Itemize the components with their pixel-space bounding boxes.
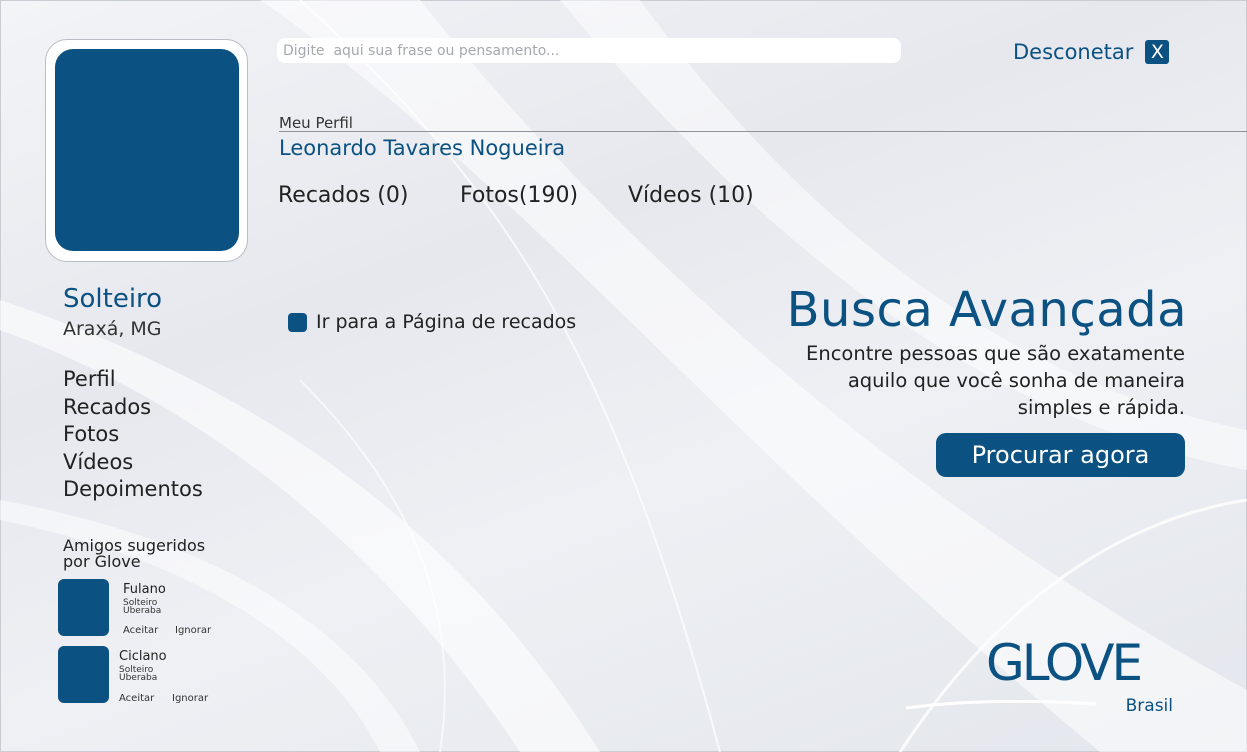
goto-recados-link[interactable]: Ir para a Página de recados bbox=[288, 311, 576, 333]
accept-button[interactable]: Aceitar bbox=[119, 693, 154, 704]
suggested-friends-title: Amigos sugeridos por Glove bbox=[63, 538, 233, 570]
friend-avatar[interactable] bbox=[58, 579, 109, 636]
relationship-status: Solteiro bbox=[63, 284, 163, 314]
location: Araxá, MG bbox=[63, 318, 162, 340]
videos-count-link[interactable]: Vídeos (10) bbox=[628, 183, 754, 208]
ignore-button[interactable]: Ignorar bbox=[175, 625, 211, 636]
description-line: Encontre pessoas que são exatamente bbox=[806, 342, 1185, 365]
divider bbox=[279, 131, 1247, 132]
status-input[interactable] bbox=[277, 38, 901, 63]
profile-section-title: Meu Perfil bbox=[279, 114, 353, 132]
friend-avatar[interactable] bbox=[58, 646, 109, 703]
sidebar-nav: Perfil Recados Fotos Vídeos Depoimentos bbox=[63, 366, 203, 504]
description-line: aquilo que você sonha de maneira bbox=[847, 369, 1185, 392]
ignore-button[interactable]: Ignorar bbox=[172, 693, 208, 704]
glove-logo: GLOVE Brasil bbox=[906, 634, 1176, 716]
fotos-count-link[interactable]: Fotos(190) bbox=[460, 183, 578, 208]
accept-button[interactable]: Aceitar bbox=[123, 625, 158, 636]
logo-subtitle: Brasil bbox=[1125, 696, 1173, 716]
logout-button[interactable]: Desconetar X bbox=[1013, 40, 1170, 64]
sidebar-item-perfil[interactable]: Perfil bbox=[63, 366, 203, 394]
logo-wordmark: GLOVE bbox=[986, 634, 1143, 692]
friend-city: Uberaba bbox=[123, 606, 162, 616]
suggested-title-line2: por Glove bbox=[63, 552, 141, 571]
profile-photo-frame bbox=[45, 39, 248, 262]
logo-swoosh bbox=[906, 700, 1096, 710]
profile-photo[interactable] bbox=[55, 49, 239, 251]
sidebar-item-videos[interactable]: Vídeos bbox=[63, 449, 203, 477]
friend-name[interactable]: Ciclano bbox=[119, 649, 167, 664]
search-now-button[interactable]: Procurar agora bbox=[936, 433, 1185, 477]
advanced-search-description: Encontre pessoas que são exatamente aqui… bbox=[725, 340, 1185, 421]
friend-city: Uberaba bbox=[119, 673, 158, 683]
sidebar-item-depoimentos[interactable]: Depoimentos bbox=[63, 476, 203, 504]
advanced-search-title: Busca Avançada bbox=[786, 282, 1187, 338]
description-line: simples e rápida. bbox=[1017, 396, 1185, 419]
sidebar-item-fotos[interactable]: Fotos bbox=[63, 421, 203, 449]
sidebar-item-recados[interactable]: Recados bbox=[63, 394, 203, 422]
recados-count-link[interactable]: Recados (0) bbox=[278, 183, 408, 208]
logout-label: Desconetar bbox=[1013, 40, 1134, 64]
goto-recados-label: Ir para a Página de recados bbox=[316, 311, 577, 333]
friend-name[interactable]: Fulano bbox=[123, 582, 166, 597]
square-bullet-icon bbox=[288, 312, 307, 332]
profile-name: Leonardo Tavares Nogueira bbox=[279, 136, 566, 160]
close-icon[interactable]: X bbox=[1145, 40, 1170, 64]
